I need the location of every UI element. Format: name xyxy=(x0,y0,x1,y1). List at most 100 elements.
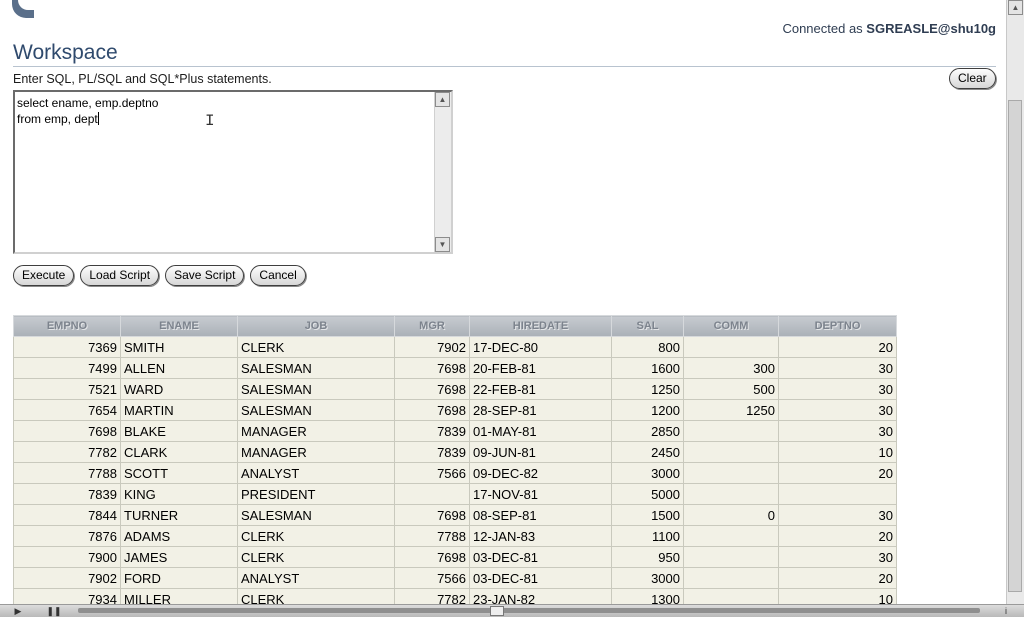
scroll-down-arrow-icon[interactable]: ▼ xyxy=(435,237,450,252)
cell-mgr: 7698 xyxy=(394,399,470,421)
cell-mgr: 7902 xyxy=(394,336,470,358)
cell-comm xyxy=(683,525,779,547)
cell-deptno: 20 xyxy=(778,525,897,547)
cell-comm xyxy=(683,567,779,589)
cell-ename: BLAKE xyxy=(120,420,238,442)
cell-sal: 3000 xyxy=(611,462,684,484)
cell-ename: ADAMS xyxy=(120,525,238,547)
cell-sal: 950 xyxy=(611,546,684,568)
table-row: 7844 TURNER SALESMAN 7698 08-SEP-81 1500 0 30 xyxy=(13,504,897,526)
cell-sal: 2450 xyxy=(611,441,684,463)
sql-editor-text[interactable]: select ename, emp.deptno from emp, dept xyxy=(17,95,435,127)
cell-empno: 7654 xyxy=(13,399,121,421)
cell-job: CLERK xyxy=(237,546,395,568)
pause-icon[interactable]: ❚❚ xyxy=(42,605,66,617)
cell-job: SALESMAN xyxy=(237,357,395,379)
cell-hiredate: 03-DEC-81 xyxy=(469,567,612,589)
page-scroll-thumb[interactable] xyxy=(1008,100,1022,592)
cell-ename: TURNER xyxy=(120,504,238,526)
cell-ename: SCOTT xyxy=(120,462,238,484)
sql-line-1: select ename, emp.deptno xyxy=(17,96,159,110)
connected-prefix: Connected as xyxy=(782,21,867,36)
table-row: 7876 ADAMS CLERK 7788 12-JAN-83 1100 20 xyxy=(13,525,897,547)
cell-mgr: 7566 xyxy=(394,462,470,484)
cell-mgr: 7698 xyxy=(394,504,470,526)
cell-hiredate: 22-FEB-81 xyxy=(469,378,612,400)
save-script-button[interactable]: Save Script xyxy=(165,265,245,286)
cell-job: SALESMAN xyxy=(237,378,395,400)
text-cursor-icon: I xyxy=(205,112,215,130)
cancel-button[interactable]: Cancel xyxy=(250,265,306,286)
page-scroll-up-icon[interactable]: ▲ xyxy=(1008,0,1023,15)
action-buttons: Execute Load Script Save Script Cancel xyxy=(13,265,312,286)
cell-deptno: 30 xyxy=(778,378,897,400)
cell-deptno: 20 xyxy=(778,462,897,484)
cell-deptno xyxy=(778,483,897,505)
cell-comm: 300 xyxy=(683,357,779,379)
video-player-bar: ▶ ❚❚ i xyxy=(0,604,1024,617)
page-scrollbar[interactable]: ▲ xyxy=(1006,0,1024,604)
seek-track[interactable] xyxy=(78,608,980,613)
load-script-button[interactable]: Load Script xyxy=(80,265,160,286)
table-row: 7499 ALLEN SALESMAN 7698 20-FEB-81 1600 300 30 xyxy=(13,357,897,379)
cell-comm xyxy=(683,336,779,358)
cell-mgr xyxy=(394,483,470,505)
sql-editor[interactable]: select ename, emp.deptno from emp, dept … xyxy=(13,90,453,254)
cell-hiredate: 03-DEC-81 xyxy=(469,546,612,568)
column-header-hiredate: HIREDATE xyxy=(469,315,612,337)
title-divider xyxy=(13,66,996,67)
table-row: 7839 KING PRESIDENT 17-NOV-81 5000 xyxy=(13,483,897,505)
cell-hiredate: 17-DEC-80 xyxy=(469,336,612,358)
cell-comm: 1250 xyxy=(683,399,779,421)
cell-job: ANALYST xyxy=(237,567,395,589)
cell-sal: 1100 xyxy=(611,525,684,547)
cell-job: MANAGER xyxy=(237,441,395,463)
editor-scrollbar[interactable]: ▲ ▼ xyxy=(434,92,451,252)
connection-status: Connected as SGREASLE@shu10g xyxy=(782,21,996,36)
cell-ename: MARTIN xyxy=(120,399,238,421)
cell-sal: 1500 xyxy=(611,504,684,526)
cell-empno: 7902 xyxy=(13,567,121,589)
cell-hiredate: 08-SEP-81 xyxy=(469,504,612,526)
cell-mgr: 7698 xyxy=(394,378,470,400)
column-header-deptno: DEPTNO xyxy=(778,315,897,337)
cell-mgr: 7566 xyxy=(394,567,470,589)
cell-ename: FORD xyxy=(120,567,238,589)
connected-user: SGREASLE@shu10g xyxy=(866,21,996,36)
play-icon[interactable]: ▶ xyxy=(6,605,30,617)
cell-job: MANAGER xyxy=(237,420,395,442)
cell-hiredate: 28-SEP-81 xyxy=(469,399,612,421)
cell-sal: 1200 xyxy=(611,399,684,421)
cell-sal: 1250 xyxy=(611,378,684,400)
cell-comm: 0 xyxy=(683,504,779,526)
cell-deptno: 20 xyxy=(778,567,897,589)
column-header-mgr: MGR xyxy=(394,315,470,337)
cell-empno: 7900 xyxy=(13,546,121,568)
app-logo xyxy=(12,0,34,18)
cell-hiredate: 09-DEC-82 xyxy=(469,462,612,484)
cell-sal: 2850 xyxy=(611,420,684,442)
scroll-up-arrow-icon[interactable]: ▲ xyxy=(435,92,450,107)
cell-empno: 7782 xyxy=(13,441,121,463)
table-row: 7782 CLARK MANAGER 7839 09-JUN-81 2450 10 xyxy=(13,441,897,463)
cell-empno: 7698 xyxy=(13,420,121,442)
cell-deptno: 10 xyxy=(778,441,897,463)
cell-empno: 7369 xyxy=(13,336,121,358)
cell-job: SALESMAN xyxy=(237,399,395,421)
table-row: 7788 SCOTT ANALYST 7566 09-DEC-82 3000 20 xyxy=(13,462,897,484)
execute-button[interactable]: Execute xyxy=(13,265,75,286)
info-icon[interactable]: i xyxy=(994,605,1018,617)
cell-ename: SMITH xyxy=(120,336,238,358)
table-row: 7900 JAMES CLERK 7698 03-DEC-81 950 30 xyxy=(13,546,897,568)
clear-button[interactable]: Clear xyxy=(949,68,996,89)
cell-empno: 7521 xyxy=(13,378,121,400)
seek-handle[interactable] xyxy=(490,606,504,616)
cell-deptno: 30 xyxy=(778,504,897,526)
page-title: Workspace xyxy=(13,41,118,64)
cell-hiredate: 01-MAY-81 xyxy=(469,420,612,442)
table-row: 7369 SMITH CLERK 7902 17-DEC-80 800 20 xyxy=(13,336,897,358)
cell-ename: WARD xyxy=(120,378,238,400)
cell-sal: 3000 xyxy=(611,567,684,589)
cell-deptno: 30 xyxy=(778,357,897,379)
cell-sal: 5000 xyxy=(611,483,684,505)
